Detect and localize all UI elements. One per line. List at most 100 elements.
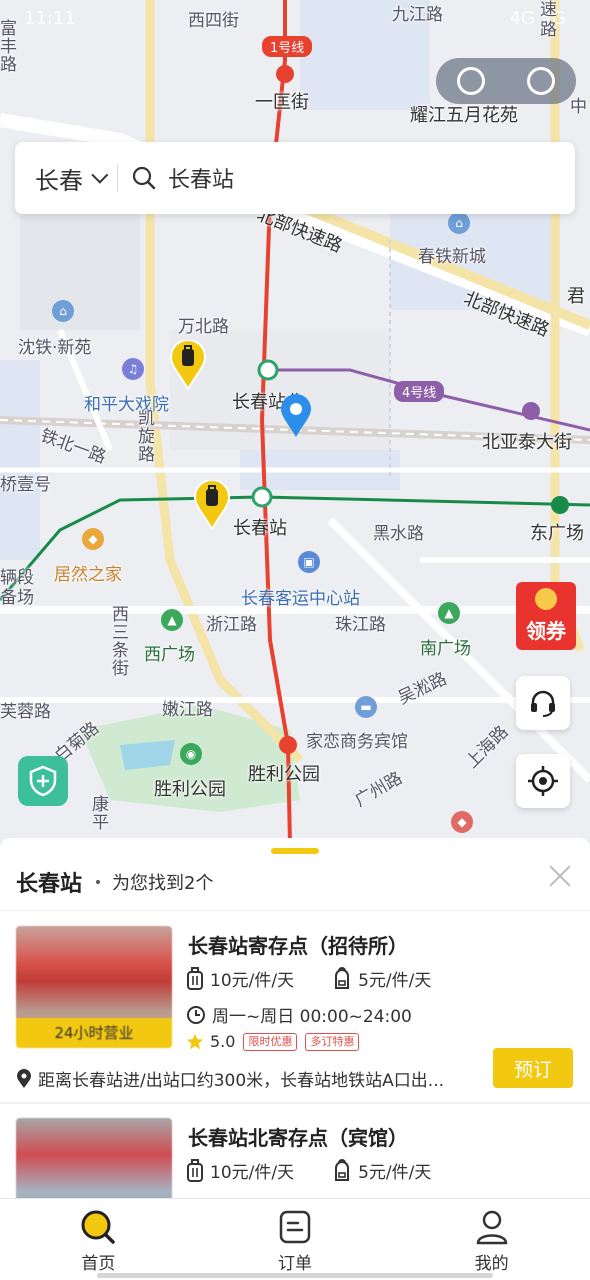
coupon-label: 领券 — [526, 619, 566, 643]
open-hours-badge: 24小时营业 — [16, 1018, 172, 1048]
city-selector[interactable]: 长春 — [15, 161, 117, 196]
list-item[interactable]: 长春站北寄存点（宾馆） 10元/件/天 5元/件/天 — [0, 1104, 590, 1198]
store-photo: 24小时营业 — [16, 926, 172, 1048]
map-label: 居然之家 — [54, 565, 122, 585]
map-label: 西三条街 — [112, 605, 129, 679]
distance-text: 距离长春站进/出站口约300米，长春站地铁站A口出... — [38, 1071, 445, 1091]
map-label: 长春站 — [233, 518, 287, 539]
map-label: 一匡街 — [255, 92, 309, 113]
backpack-icon — [335, 1158, 350, 1181]
suitcase-icon — [187, 1158, 203, 1182]
search-input[interactable]: 长春站 — [118, 162, 234, 194]
map-layer-controls[interactable] — [436, 58, 576, 104]
chevron-down-icon — [91, 166, 109, 184]
map-label: 君 — [567, 286, 585, 307]
map-label: 长春客运中心站 — [241, 589, 360, 609]
map-label: 和平大戏院 — [84, 395, 169, 415]
map-label: 珠江路 — [335, 615, 386, 635]
shield-plus-icon — [29, 765, 57, 797]
map-label: 耀江五月花苑 — [410, 105, 518, 126]
map-view[interactable]: 11:11 4G 5G 1号线 4号线 西四街 一匡街 耀江五月花苑 北部快速路… — [0, 0, 590, 845]
luggage-pin-icon[interactable] — [170, 340, 206, 390]
headset-icon — [531, 690, 555, 717]
map-label: 辆段备场 — [0, 568, 34, 608]
results-sheet[interactable]: 长春站 为您找到2个 24小时营业 长春站寄存点（招待所） 10元/件/天 5元… — [0, 838, 590, 1198]
park-icon: ◉ — [180, 743, 202, 765]
status-time: 11:11 — [24, 8, 76, 29]
map-label: 东广场 — [530, 523, 584, 544]
crosshair-icon — [528, 766, 558, 796]
suitcase-price: 10元/件/天 — [210, 1163, 295, 1183]
park-icon: ▲ — [438, 602, 460, 624]
results-header: 长春站 为您找到2个 — [16, 866, 574, 898]
nav-profile-label: 我的 — [474, 1254, 509, 1274]
price-row: 10元/件/天 5元/件/天 — [186, 966, 431, 991]
suitcase-price: 10元/件/天 — [210, 971, 295, 991]
rating-row: 5.0 限时优惠 多订特惠 — [186, 1032, 360, 1051]
backpack-price: 5元/件/天 — [358, 971, 432, 991]
map-label: 康平 — [92, 795, 109, 833]
metro-line-1-tag: 1号线 — [262, 36, 313, 57]
safety-button[interactable] — [18, 756, 68, 806]
map-label: 九江路 — [392, 5, 443, 25]
coupon-button[interactable]: 领券 — [516, 582, 576, 650]
map-label: 胜利公园 — [154, 779, 226, 800]
map-label: 凯旋路 — [138, 409, 155, 465]
sheet-drag-handle[interactable] — [271, 848, 319, 854]
target-icon[interactable] — [527, 67, 555, 95]
nav-home[interactable]: 首页 — [0, 1199, 197, 1280]
map-label: 西四街 — [188, 11, 239, 31]
clock-icon — [187, 1005, 205, 1024]
nav-profile[interactable]: 我的 — [393, 1199, 590, 1280]
music-venue-icon: ♫ — [122, 358, 144, 380]
map-label: 黑水路 — [373, 524, 424, 544]
map-label: 北亚泰大街 — [482, 432, 572, 453]
rating-value: 5.0 — [210, 1032, 236, 1051]
metro-line-4-tag: 4号线 — [394, 381, 445, 402]
map-label: 沈铁·新苑 — [18, 338, 92, 358]
location-pin-icon — [281, 394, 311, 437]
map-label: 万北路 — [178, 317, 229, 337]
store-photo — [16, 1118, 172, 1198]
status-bar: 11:11 4G 5G — [0, 8, 590, 38]
results-count: 为您找到2个 — [112, 873, 214, 894]
user-icon — [476, 1210, 507, 1245]
poi-icon: ◆ — [451, 811, 473, 833]
store-name: 长春站寄存点（招待所） — [188, 934, 408, 958]
map-label: 浙江路 — [206, 615, 257, 635]
search-icon — [132, 166, 156, 190]
map-label: 速路 — [540, 0, 557, 40]
medal-icon — [535, 588, 557, 610]
bottom-nav: 首页 订单 我的 — [0, 1198, 590, 1280]
price-row: 10元/件/天 5元/件/天 — [186, 1158, 431, 1183]
backpack-icon — [335, 966, 350, 989]
map-label: 芙蓉路 — [0, 702, 51, 722]
nav-orders[interactable]: 订单 — [197, 1199, 394, 1280]
park-icon: ▲ — [161, 609, 183, 631]
map-label: 南广场 — [420, 639, 471, 659]
distance-row: 距离长春站进/出站口约300米，长春站地铁站A口出... — [16, 1066, 466, 1091]
list-item[interactable]: 24小时营业 长春站寄存点（招待所） 10元/件/天 5元/件/天 周一~周日 … — [0, 910, 590, 1102]
map-label: 胜利公园 — [248, 764, 320, 785]
search-bar[interactable]: 长春 长春站 — [15, 142, 575, 214]
separator-dot — [96, 880, 101, 884]
home-icon[interactable] — [457, 67, 485, 95]
promo-tag: 限时优惠 — [243, 1032, 298, 1051]
hotel-icon: ▬ — [355, 696, 377, 718]
luggage-pin-icon[interactable] — [194, 480, 230, 530]
store-name: 长春站北寄存点（宾馆） — [188, 1126, 408, 1150]
city-name: 长春 — [35, 166, 83, 195]
promo-tag: 多订特惠 — [305, 1032, 360, 1051]
book-button[interactable]: 预订 — [493, 1048, 573, 1088]
nav-orders-label: 订单 — [278, 1254, 312, 1274]
hours-row: 周一~周日 00:00~24:00 — [186, 1002, 412, 1027]
locate-me-button[interactable] — [516, 754, 570, 808]
poi-icon: ⌂ — [52, 300, 74, 322]
map-label: 家恋商务宾馆 — [306, 732, 408, 752]
customer-service-button[interactable] — [516, 676, 570, 730]
close-icon[interactable] — [546, 862, 574, 890]
star-icon — [186, 1033, 204, 1049]
suitcase-icon — [187, 966, 203, 990]
search-home-icon — [81, 1210, 116, 1244]
map-label: 桥壹号 — [0, 475, 51, 495]
